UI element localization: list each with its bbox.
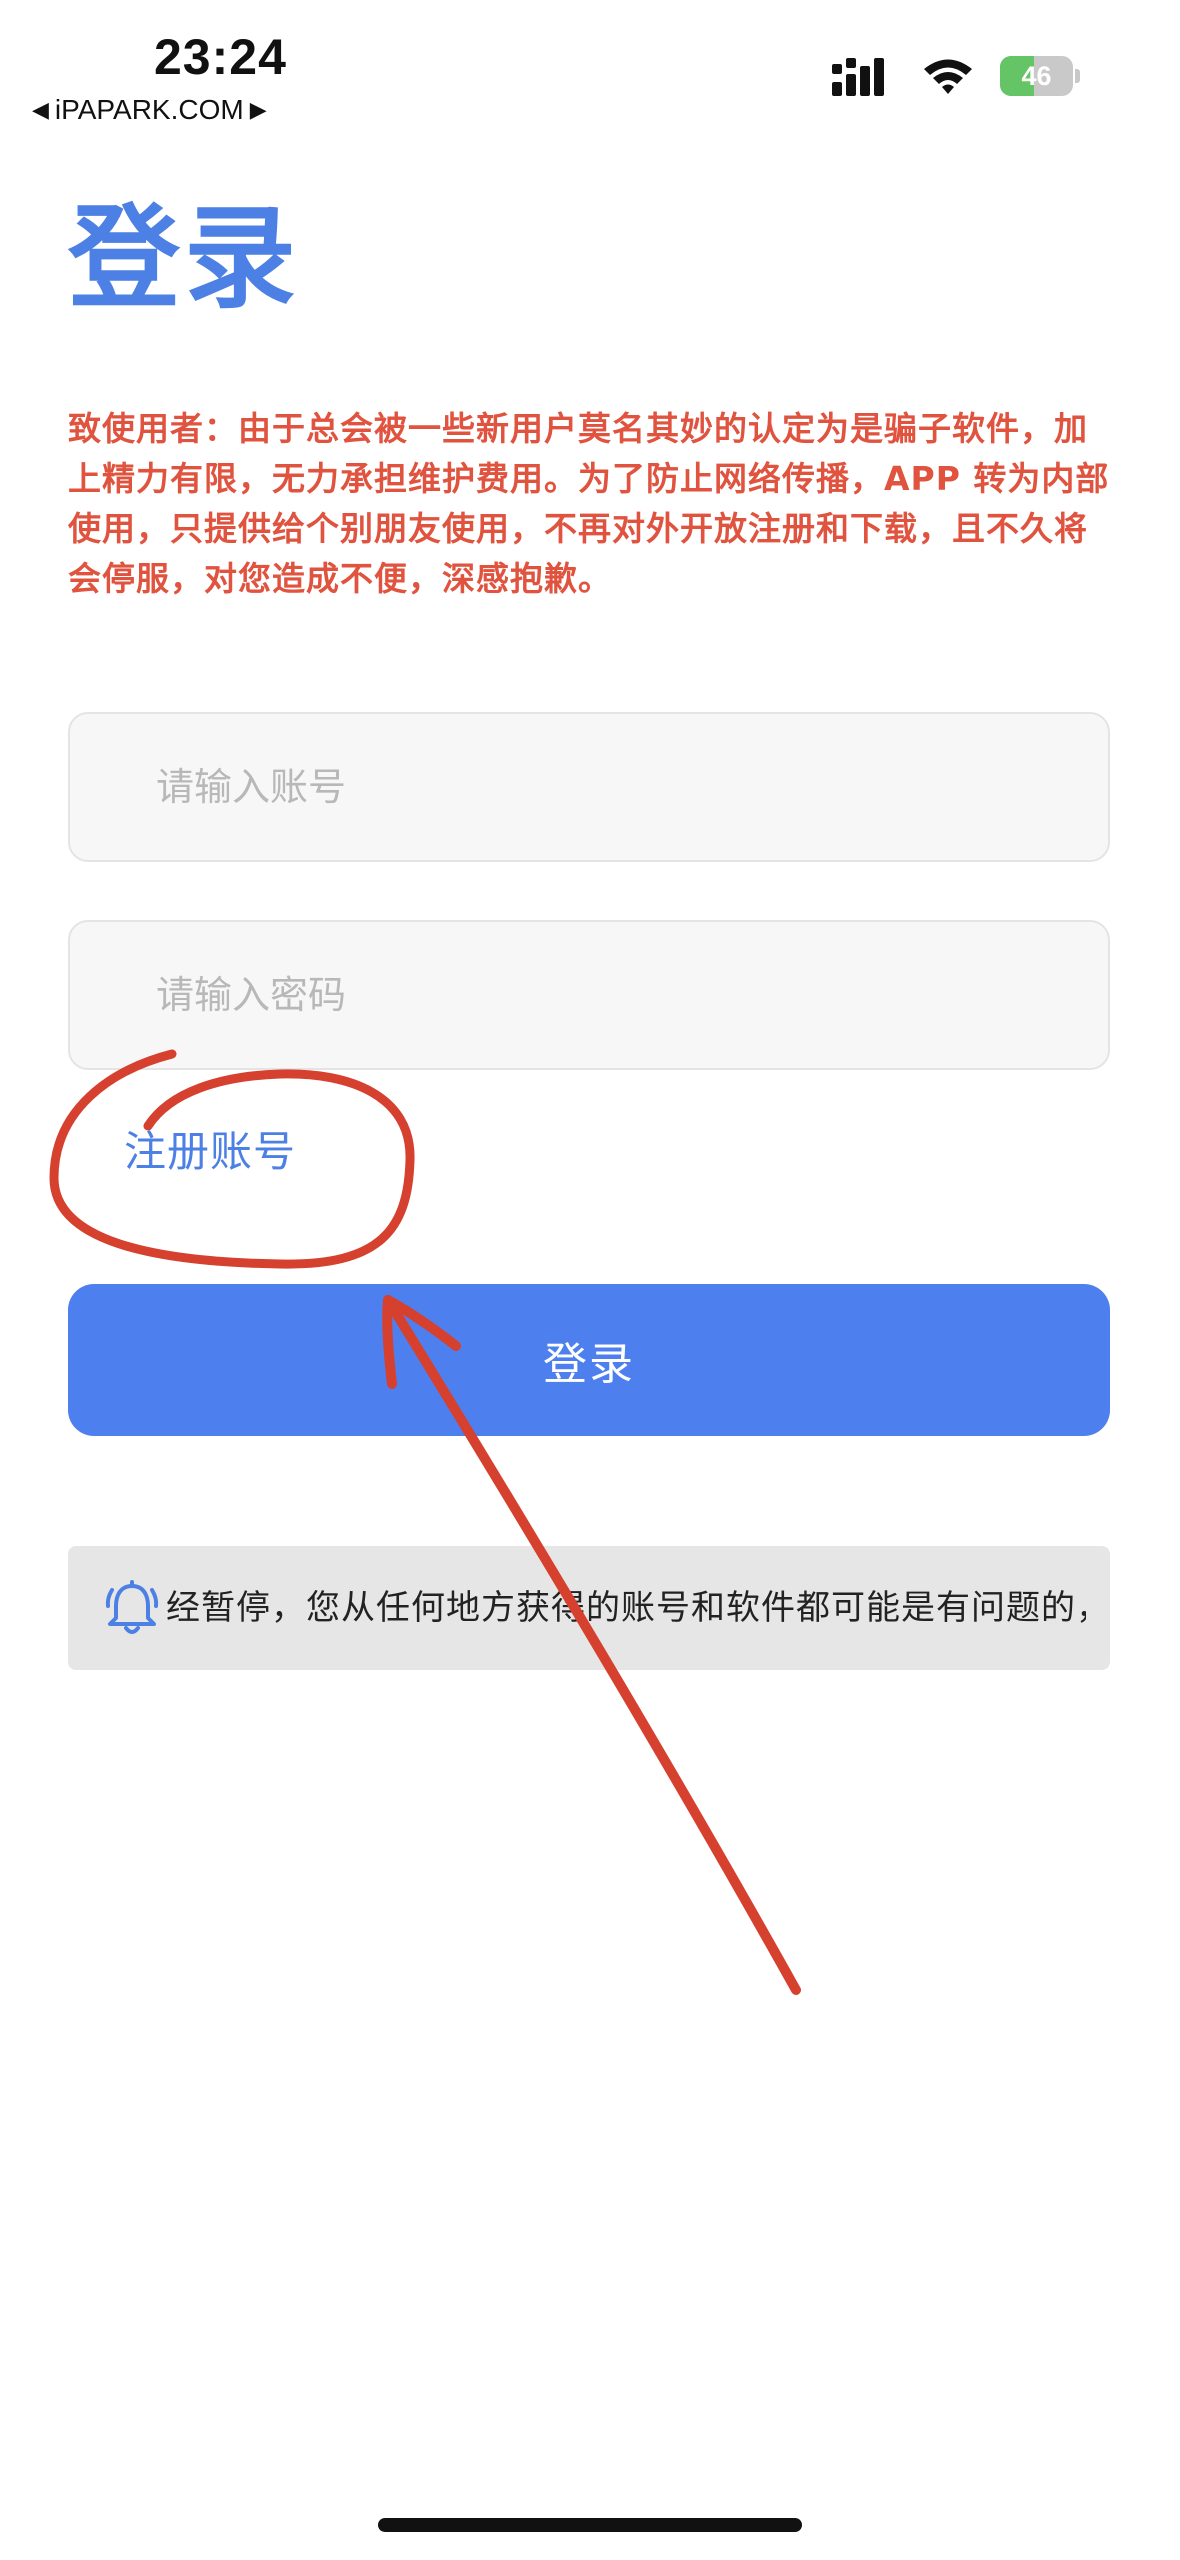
triangle-left-icon: ◀ — [32, 97, 49, 122]
account-input[interactable] — [70, 713, 1108, 861]
home-indicator[interactable] — [378, 2518, 802, 2532]
login-screen: 23:24 ◀ iPAPARK.COM ▶ 46 登录 致使用者：由于总会被一些… — [0, 0, 1180, 2560]
back-to-app-link[interactable]: ◀ iPAPARK.COM ▶ — [32, 94, 267, 126]
announcement-text: 经暂停，您从任何地方获得的账号和软件都可能是有问题的，谨防 — [166, 1588, 1086, 1628]
password-input[interactable] — [70, 921, 1108, 1069]
wifi-icon — [924, 59, 972, 94]
back-app-label: iPAPARK.COM — [54, 94, 244, 125]
cellular-signal-icon — [832, 58, 884, 96]
battery-level: 46 — [1021, 60, 1052, 91]
account-field[interactable] — [68, 712, 1110, 862]
triangle-right-icon: ▶ — [249, 97, 267, 122]
service-notice: 致使用者：由于总会被一些新用户莫名其妙的认定为是骗子软件，加上精力有限，无力承担… — [68, 409, 1110, 598]
announcement-bar[interactable]: 经暂停，您从任何地方获得的账号和软件都可能是有问题的，谨防 — [68, 1546, 1110, 1670]
login-button[interactable]: 登录 — [68, 1284, 1110, 1436]
register-account-link[interactable]: 注册账号 — [124, 1118, 296, 1179]
battery-charging-icon: 46 — [1000, 56, 1080, 96]
status-time: 23:24 — [154, 29, 287, 85]
page-title: 登录 — [68, 194, 300, 324]
status-indicators: 46 — [832, 56, 1080, 96]
bell-icon — [105, 1580, 159, 1634]
red-annotation-overlay — [49, 1049, 801, 1995]
password-field[interactable] — [68, 920, 1110, 1070]
